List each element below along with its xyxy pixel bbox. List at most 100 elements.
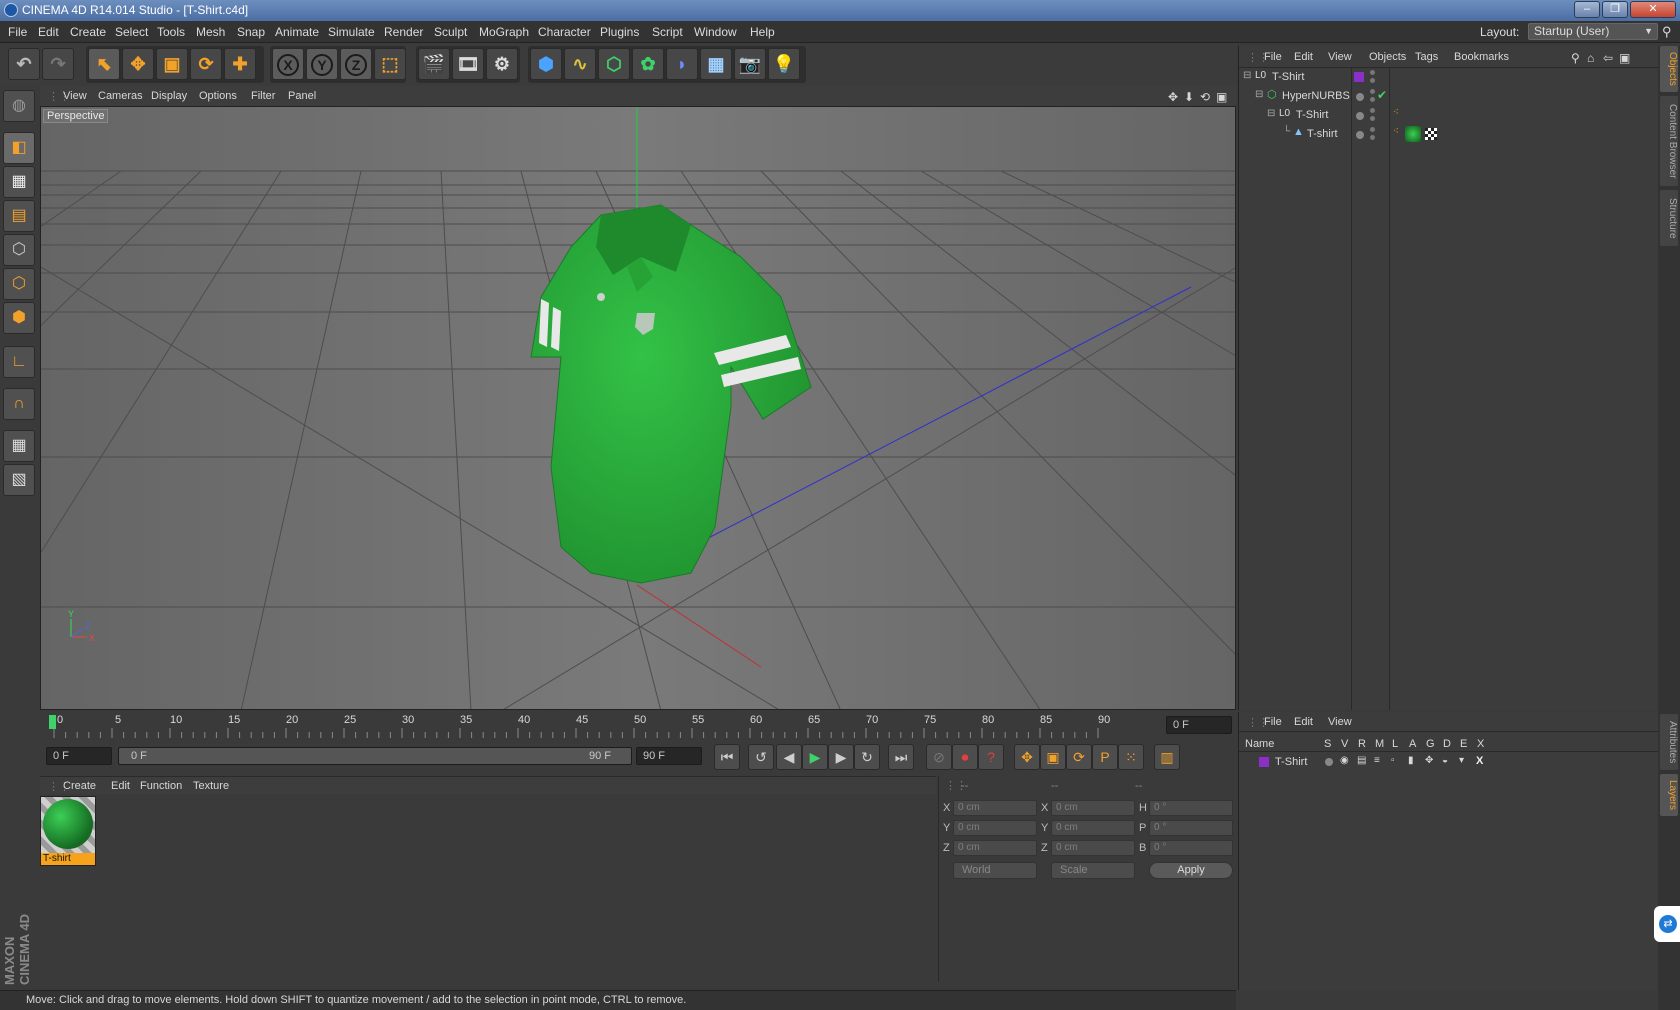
- uvw-tag-icon[interactable]: [1425, 128, 1437, 140]
- previous-key-icon[interactable]: ↺: [748, 744, 774, 770]
- home-icon[interactable]: ⌂: [1587, 51, 1594, 65]
- column-deformers[interactable]: D: [1443, 738, 1451, 750]
- scale-icon[interactable]: ▣: [156, 48, 188, 80]
- key-position-icon[interactable]: ✥: [1014, 744, 1040, 770]
- position-x-field[interactable]: 0 cm: [953, 800, 1037, 816]
- undo-icon[interactable]: ↶: [8, 48, 40, 80]
- viewport-menu-view[interactable]: View: [63, 90, 87, 102]
- material-menu-texture[interactable]: Texture: [193, 780, 229, 792]
- move-icon[interactable]: ✥: [122, 48, 154, 80]
- start-frame-field[interactable]: 0 F: [46, 747, 112, 765]
- xref-icon[interactable]: X: [1476, 755, 1483, 767]
- next-frame-icon[interactable]: ▶: [828, 744, 854, 770]
- column-manager[interactable]: M: [1375, 738, 1384, 750]
- menu-plugins[interactable]: Plugins: [600, 25, 639, 39]
- make-editable-icon[interactable]: ◍: [3, 90, 35, 122]
- rotation-h-field[interactable]: 0 °: [1149, 800, 1233, 816]
- model-mode-icon[interactable]: ◧: [3, 132, 35, 164]
- menu-help[interactable]: Help: [750, 25, 775, 39]
- visibility-editor-dot[interactable]: [1370, 108, 1375, 113]
- layer-row[interactable]: T-Shirt ◉ ▤ ≡ ▫ ▮ ✥ ◒ ▾ X: [1239, 754, 1659, 770]
- size-x-field[interactable]: 0 cm: [1051, 800, 1135, 816]
- position-y-field[interactable]: 0 cm: [953, 820, 1037, 836]
- camera-icon[interactable]: 📷: [734, 48, 766, 80]
- layer-dot[interactable]: [1356, 131, 1364, 139]
- phong-tag-icon[interactable]: ⁖: [1393, 107, 1399, 118]
- menu-file[interactable]: File: [8, 25, 27, 39]
- animation-icon[interactable]: ▮: [1408, 755, 1414, 766]
- live-select-icon[interactable]: ⬉: [88, 48, 120, 80]
- layer-dot[interactable]: [1356, 112, 1364, 120]
- visibility-editor-dot[interactable]: [1370, 127, 1375, 132]
- maximize-button[interactable]: ❐: [1602, 1, 1628, 18]
- column-solo[interactable]: S: [1324, 738, 1331, 750]
- size-z-field[interactable]: 0 cm: [1051, 840, 1135, 856]
- array-icon[interactable]: ✿: [632, 48, 664, 80]
- menu-window[interactable]: Window: [694, 25, 737, 39]
- object-row[interactable]: ⊟ ⬡ HyperNURBS ✔: [1239, 87, 1659, 106]
- zoom-view-icon[interactable]: ⬇: [1184, 90, 1194, 104]
- layer-color-swatch[interactable]: [1259, 757, 1269, 767]
- deformer-icon[interactable]: ◗: [666, 48, 698, 80]
- size-y-field[interactable]: 0 cm: [1051, 820, 1135, 836]
- manager-icon[interactable]: ≡: [1374, 755, 1380, 766]
- enabled-check-icon[interactable]: ✔: [1377, 88, 1387, 102]
- material-swatch[interactable]: T-shirt: [40, 796, 96, 866]
- objects-menu-objects[interactable]: Objects: [1369, 51, 1406, 63]
- solo-toggle[interactable]: [1325, 758, 1333, 766]
- viewport-menu-panel[interactable]: Panel: [288, 90, 316, 102]
- end-frame-field[interactable]: 90 F: [636, 747, 702, 765]
- key-parameter-icon[interactable]: P: [1092, 744, 1118, 770]
- layers-menu-file[interactable]: File: [1264, 716, 1282, 728]
- generator-icon[interactable]: ✥: [1425, 755, 1433, 766]
- previous-frame-icon[interactable]: ◀: [776, 744, 802, 770]
- apply-button[interactable]: Apply: [1149, 862, 1233, 879]
- key-scale-icon[interactable]: ▣: [1040, 744, 1066, 770]
- menu-tools[interactable]: Tools: [157, 25, 185, 39]
- nurbs-icon[interactable]: ⬡: [598, 48, 630, 80]
- position-z-field[interactable]: 0 cm: [953, 840, 1037, 856]
- points-mode-icon[interactable]: ⬡: [3, 234, 35, 266]
- rotation-b-field[interactable]: 0 °: [1149, 840, 1233, 856]
- collapse-icon[interactable]: ⊟: [1267, 108, 1275, 119]
- render-picture-viewer-icon[interactable]: 🎞: [452, 48, 484, 80]
- objects-menu-view[interactable]: View: [1328, 51, 1352, 63]
- remote-support-widget[interactable]: ⇄: [1654, 906, 1680, 942]
- new-view-icon[interactable]: ▣: [1619, 51, 1630, 65]
- quantize-icon[interactable]: ▧: [3, 464, 35, 496]
- viewport-menu-cameras[interactable]: Cameras: [98, 90, 143, 102]
- visibility-render-dot[interactable]: [1370, 116, 1375, 121]
- pan-view-icon[interactable]: ✥: [1168, 90, 1178, 104]
- menu-edit[interactable]: Edit: [38, 25, 59, 39]
- phong-tag-icon[interactable]: ⁖: [1393, 126, 1399, 137]
- column-view[interactable]: V: [1341, 738, 1348, 750]
- collapse-icon[interactable]: ⊟: [1243, 70, 1251, 81]
- tab-objects[interactable]: Objects: [1660, 46, 1678, 92]
- tab-layers[interactable]: Layers: [1660, 774, 1678, 816]
- menu-render[interactable]: Render: [384, 25, 423, 39]
- layout-select[interactable]: Startup (User) ▼: [1528, 23, 1658, 40]
- material-menu-create[interactable]: Create: [63, 780, 96, 792]
- rotate-icon[interactable]: ⟳: [190, 48, 222, 80]
- render-icon[interactable]: ▤: [1357, 755, 1366, 766]
- transform-mode-select[interactable]: Scale: [1051, 862, 1135, 879]
- layers-menu-edit[interactable]: Edit: [1294, 716, 1313, 728]
- frame-range-slider[interactable]: 0 F 90 F: [118, 747, 632, 765]
- menu-mograph[interactable]: MoGraph: [479, 25, 529, 39]
- visibility-render-dot[interactable]: [1370, 78, 1375, 83]
- texture-mode-icon[interactable]: ▦: [3, 166, 35, 198]
- tab-structure[interactable]: Structure: [1660, 190, 1678, 246]
- key-rotation-icon[interactable]: ⟳: [1066, 744, 1092, 770]
- material-menu-edit[interactable]: Edit: [111, 780, 130, 792]
- render-settings-icon[interactable]: ⚙: [486, 48, 518, 80]
- timeline-window-icon[interactable]: ▥: [1154, 744, 1180, 770]
- record-keys-icon[interactable]: ⊘: [926, 744, 952, 770]
- transform-icon[interactable]: ✚: [224, 48, 256, 80]
- snap-icon[interactable]: ∩: [3, 388, 35, 420]
- menu-snap[interactable]: Snap: [237, 25, 265, 39]
- column-xref[interactable]: X: [1477, 738, 1484, 750]
- objects-menu-tags[interactable]: Tags: [1415, 51, 1438, 63]
- go-to-start-icon[interactable]: ⏮: [714, 744, 740, 770]
- object-row[interactable]: ⊟ L0 T-Shirt ⁖: [1239, 106, 1659, 125]
- z-axis-toggle[interactable]: Z: [340, 48, 372, 80]
